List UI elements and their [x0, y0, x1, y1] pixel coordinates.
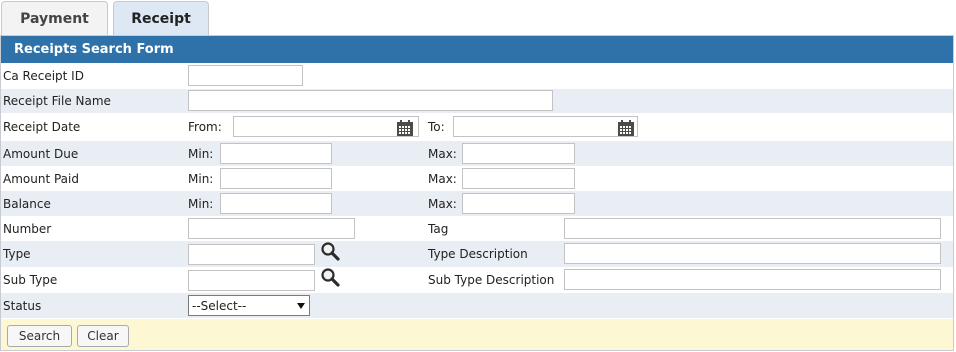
amount-paid-min-input[interactable] [220, 168, 332, 189]
search-button[interactable]: Search [7, 325, 72, 347]
receipt-date-to-input[interactable] [453, 116, 638, 137]
magnifier-icon[interactable] [319, 267, 341, 287]
calendar-icon[interactable] [617, 119, 635, 137]
amount-due-min-label: Min: [188, 146, 214, 161]
row-ca-receipt-id: Ca Receipt ID [1, 63, 953, 89]
row-amount-due: Amount Due Min: Max: [1, 141, 953, 166]
row-receipt-file-name: Receipt File Name [1, 89, 953, 113]
status-select[interactable]: --Select-- [188, 295, 310, 316]
tab-bar: Payment Receipt [0, 0, 956, 35]
amount-due-max-input[interactable] [462, 143, 575, 164]
receipt-file-name-input[interactable] [188, 90, 553, 111]
row-amount-paid: Amount Paid Min: Max: [1, 166, 953, 191]
balance-min-label: Min: [188, 196, 214, 211]
tag-input[interactable] [564, 218, 941, 239]
receipt-date-label: Receipt Date [3, 120, 81, 134]
row-receipt-date: Receipt Date From: To: [1, 113, 953, 141]
form-title: Receipts Search Form [1, 36, 953, 63]
receipt-file-name-label: Receipt File Name [3, 94, 111, 108]
sub-type-label: Sub Type [3, 273, 58, 287]
row-status: Status --Select-- [1, 293, 953, 318]
tab-payment[interactable]: Payment [1, 1, 108, 35]
type-description-label: Type Description [428, 247, 528, 261]
caret-down-icon [297, 302, 305, 309]
amount-paid-max-input[interactable] [462, 168, 575, 189]
balance-max-label: Max: [428, 196, 457, 211]
form-footer: Search Clear [1, 319, 953, 350]
calendar-icon[interactable] [396, 119, 414, 137]
status-selected-value: --Select-- [192, 298, 247, 313]
receipt-date-from-input[interactable] [233, 116, 419, 137]
balance-max-input[interactable] [462, 193, 575, 214]
amount-paid-min-label: Min: [188, 171, 214, 186]
sub-type-input[interactable] [188, 270, 315, 291]
row-type: Type Type Description [1, 241, 953, 267]
sub-type-description-input[interactable] [564, 269, 941, 290]
type-input[interactable] [188, 244, 315, 265]
receipts-search-form: Receipts Search Form Ca Receipt ID Recei… [0, 35, 954, 351]
clear-button[interactable]: Clear [77, 325, 129, 347]
balance-min-input[interactable] [220, 193, 332, 214]
ca-receipt-id-label: Ca Receipt ID [3, 69, 84, 83]
sub-type-description-label: Sub Type Description [428, 273, 555, 287]
ca-receipt-id-input[interactable] [188, 65, 303, 86]
receipt-date-from-label: From: [188, 120, 222, 134]
balance-label: Balance [3, 196, 51, 211]
tab-receipt[interactable]: Receipt [113, 1, 209, 35]
tag-label: Tag [428, 221, 449, 236]
receipt-date-to-label: To: [428, 120, 445, 134]
row-balance: Balance Min: Max: [1, 191, 953, 216]
magnifier-icon[interactable] [319, 241, 341, 261]
amount-paid-label: Amount Paid [3, 171, 79, 186]
amount-due-label: Amount Due [3, 146, 79, 161]
number-input[interactable] [188, 218, 355, 239]
type-description-input[interactable] [564, 243, 941, 264]
amount-due-max-label: Max: [428, 146, 457, 161]
amount-due-min-input[interactable] [220, 143, 332, 164]
amount-paid-max-label: Max: [428, 171, 457, 186]
type-label: Type [3, 247, 31, 261]
row-sub-type: Sub Type Sub Type Description [1, 267, 953, 293]
status-label: Status [3, 298, 42, 313]
number-label: Number [3, 221, 52, 236]
row-number-tag: Number Tag [1, 216, 953, 241]
